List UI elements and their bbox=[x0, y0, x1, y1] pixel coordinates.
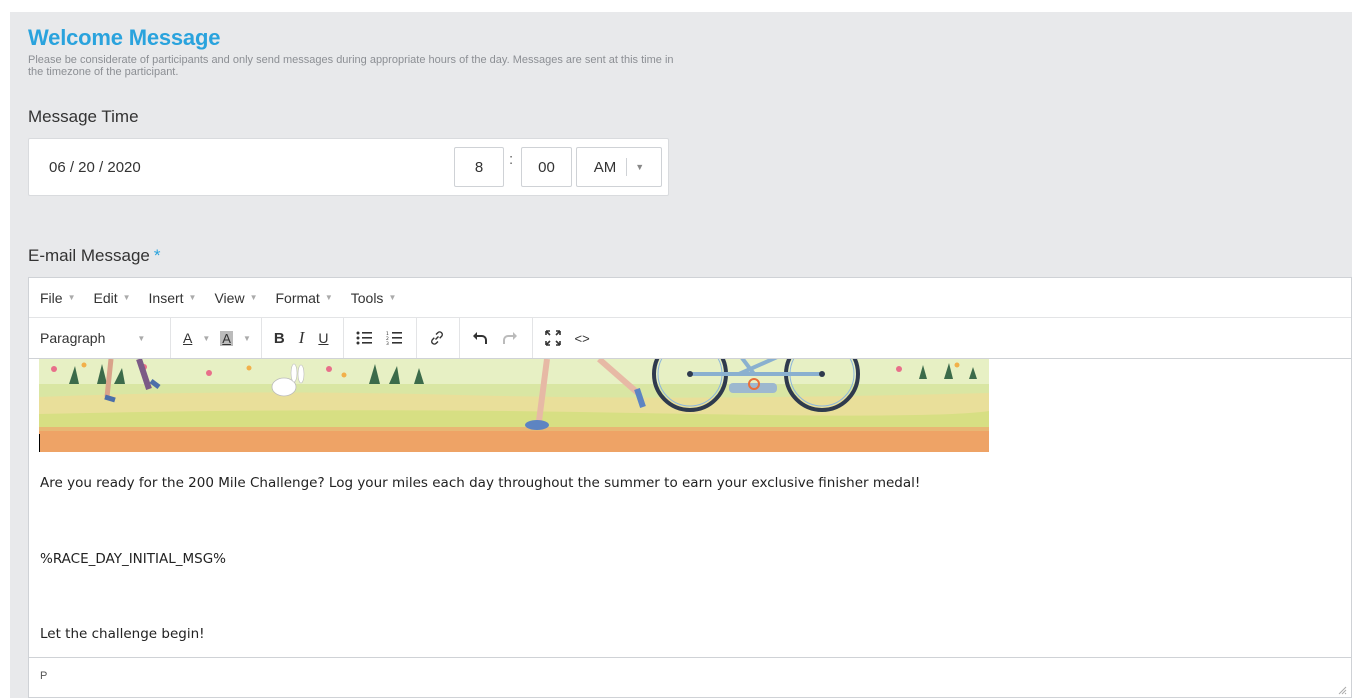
menu-file-label: File bbox=[40, 289, 63, 306]
svg-text:3: 3 bbox=[386, 341, 389, 345]
minute-value: 00 bbox=[538, 158, 555, 176]
editor-content[interactable]: Are you ready for the 200 Mile Challenge… bbox=[29, 359, 1351, 657]
menu-view[interactable]: View ▼ bbox=[214, 290, 257, 306]
redo-icon[interactable] bbox=[502, 323, 518, 353]
toolbar-divider bbox=[260, 318, 262, 358]
email-message-label: E-mail Message * bbox=[28, 246, 161, 266]
chevron-down-icon: ▼ bbox=[137, 333, 146, 343]
ampm-select[interactable]: AM ▼ bbox=[576, 147, 662, 187]
section-title: Welcome Message bbox=[28, 25, 221, 50]
menu-edit-label: Edit bbox=[93, 289, 118, 306]
hour-input[interactable]: 8 bbox=[454, 147, 504, 187]
editor-statusbar: P bbox=[29, 657, 1351, 697]
menu-insert[interactable]: Insert ▼ bbox=[149, 290, 197, 306]
menu-file[interactable]: File ▼ bbox=[40, 290, 75, 306]
chevron-down-icon: ▼ bbox=[188, 293, 197, 302]
settings-panel: Welcome Message Please be considerate of… bbox=[10, 12, 1352, 698]
date-input[interactable]: 06 / 20 / 2020 bbox=[49, 159, 141, 176]
resize-handle-icon[interactable] bbox=[1337, 685, 1347, 695]
bullet-list-icon[interactable] bbox=[356, 323, 372, 353]
minute-input[interactable]: 00 bbox=[521, 147, 572, 187]
paragraph-closing: Let the challenge begin! bbox=[40, 626, 205, 642]
background-color-icon[interactable]: A ▼ bbox=[220, 323, 251, 353]
toolbar-divider bbox=[531, 318, 533, 358]
toolbar-divider bbox=[170, 318, 171, 358]
menu-view-label: View bbox=[214, 289, 245, 306]
select-divider bbox=[626, 158, 628, 176]
menu-tools-label: Tools bbox=[350, 289, 384, 306]
underline-icon[interactable]: U bbox=[318, 323, 328, 353]
hour-value: 8 bbox=[474, 158, 484, 176]
message-time-picker: 06 / 20 / 2020 8 : 00 AM ▼ bbox=[28, 138, 669, 196]
element-path[interactable]: P bbox=[40, 670, 47, 682]
toolbar-divider bbox=[342, 318, 344, 358]
toolbar-divider bbox=[458, 318, 460, 358]
source-code-icon[interactable]: <> bbox=[575, 323, 590, 353]
email-message-label-text: E-mail Message bbox=[28, 246, 150, 265]
chevron-down-icon: ▼ bbox=[249, 293, 258, 302]
block-format-select[interactable]: Paragraph ▼ bbox=[40, 323, 162, 353]
bold-icon[interactable]: B bbox=[274, 323, 285, 353]
fullscreen-icon[interactable] bbox=[544, 323, 561, 353]
chevron-down-icon: ▼ bbox=[67, 293, 76, 302]
menu-edit[interactable]: Edit ▼ bbox=[93, 290, 130, 306]
menu-format[interactable]: Format ▼ bbox=[275, 290, 332, 306]
toolbar-divider bbox=[415, 318, 417, 358]
chevron-down-icon: ▼ bbox=[242, 333, 251, 343]
time-separator: : bbox=[509, 151, 514, 168]
menu-tools[interactable]: Tools ▼ bbox=[351, 290, 397, 306]
section-description: Please be considerate of participants an… bbox=[28, 54, 674, 78]
block-format-value: Paragraph bbox=[40, 330, 106, 346]
editor-toolbar: Paragraph ▼ A ▼ A ▼ B I U 123 <> bbox=[29, 318, 1351, 359]
undo-icon[interactable] bbox=[472, 323, 488, 353]
chevron-down-icon: ▼ bbox=[202, 333, 211, 343]
paragraph-intro: Are you ready for the 200 Mile Challenge… bbox=[40, 475, 921, 491]
numbered-list-icon[interactable]: 123 bbox=[386, 323, 402, 353]
editor-menubar: File ▼ Edit ▼ Insert ▼ View ▼ Format ▼ Tools ▼ bbox=[29, 278, 1351, 318]
chevron-down-icon: ▼ bbox=[388, 293, 397, 302]
text-cursor bbox=[39, 434, 40, 452]
menu-insert-label: Insert bbox=[148, 289, 184, 306]
chevron-down-icon: ▼ bbox=[122, 293, 131, 302]
italic-icon[interactable]: I bbox=[299, 323, 305, 353]
rich-text-editor: File ▼ Edit ▼ Insert ▼ View ▼ Format ▼ Tools ▼… bbox=[28, 277, 1352, 698]
challenge-banner-image bbox=[39, 359, 989, 452]
paragraph-placeholder-token: %RACE_DAY_INITIAL_MSG% bbox=[40, 551, 227, 567]
link-icon[interactable] bbox=[429, 323, 445, 353]
ampm-value: AM bbox=[593, 158, 617, 176]
chevron-down-icon: ▼ bbox=[324, 293, 333, 302]
chevron-down-icon: ▼ bbox=[635, 162, 645, 172]
menu-format-label: Format bbox=[275, 289, 320, 306]
message-time-label: Message Time bbox=[28, 107, 139, 126]
text-color-icon[interactable]: A ▼ bbox=[183, 323, 210, 353]
required-indicator: * bbox=[153, 246, 161, 265]
